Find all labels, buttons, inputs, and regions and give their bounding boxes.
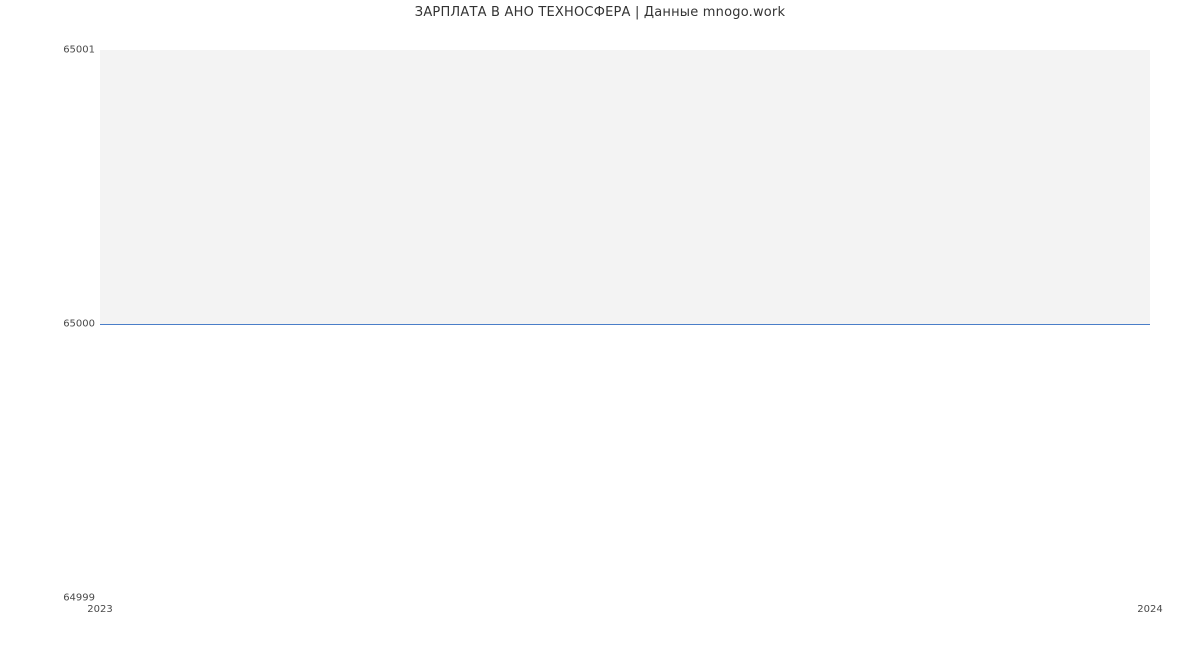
chart: ЗАРПЛАТА В АНО ТЕХНОСФЕРА | Данные mnogo…	[0, 0, 1200, 620]
ytick-64999: 64999	[63, 593, 95, 604]
plot-background-band	[100, 50, 1150, 324]
chart-title: ЗАРПЛАТА В АНО ТЕХНОСФЕРА | Данные mnogo…	[0, 5, 1200, 20]
ytick-65000: 65000	[63, 319, 95, 330]
ytick-65001: 65001	[63, 45, 95, 56]
xtick-2023: 2023	[87, 604, 112, 615]
xtick-2024: 2024	[1137, 604, 1162, 615]
plot-area	[100, 50, 1150, 598]
salary-line	[100, 324, 1150, 325]
